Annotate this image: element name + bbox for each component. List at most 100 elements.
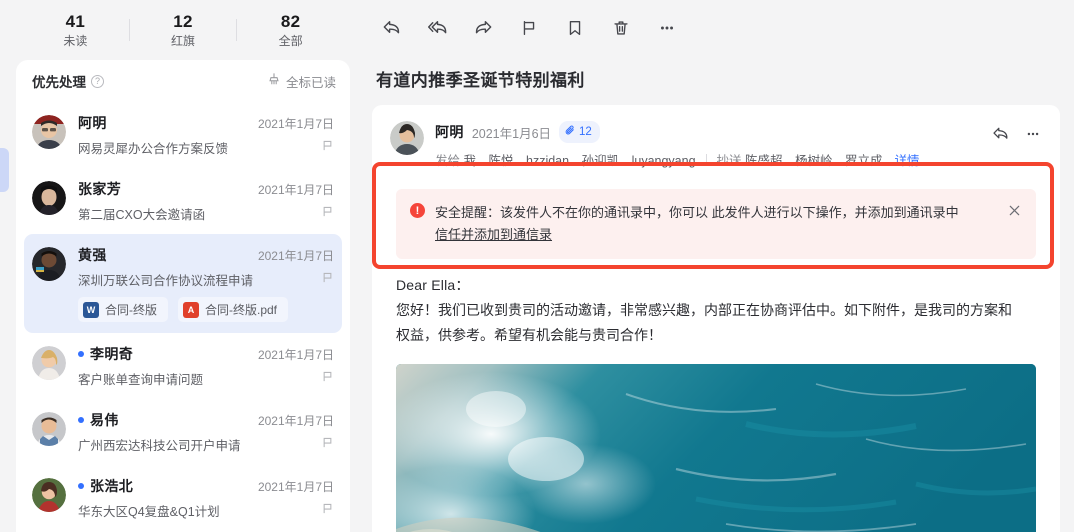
bookmark-icon — [565, 18, 585, 43]
reply-all-icon — [427, 17, 448, 43]
delete-icon — [611, 18, 631, 43]
reply-all-button[interactable] — [416, 9, 458, 51]
list-item-body: 阿明 2021年1月7日 网易灵犀办公合作方案反馈 — [78, 113, 334, 157]
message-more-button[interactable] — [1024, 125, 1042, 143]
flag-icon[interactable] — [321, 370, 334, 388]
list-item-body: 易伟 2021年1月7日 广州西宏达科技公司开户申请 — [78, 410, 334, 454]
list-item-subject: 第二届CXO大会邀请函 — [78, 208, 206, 222]
list-item-subject: 客户账单查询申请问题 — [78, 373, 204, 387]
detail-link[interactable]: 详情 — [895, 150, 920, 169]
list-item[interactable]: 张家芳 2021年1月7日 第二届CXO大会邀请函 — [24, 168, 342, 234]
attachment-chip-pdf[interactable]: A 合同-终版.pdf — [178, 297, 289, 322]
list-item-sender: 李明奇 — [90, 346, 134, 362]
list-item-row-bottom: 广州西宏达科技公司开户申请 — [78, 435, 334, 454]
unread-dot — [78, 417, 84, 423]
message-reply-button[interactable] — [991, 124, 1010, 143]
attachment-count: 12 — [579, 126, 592, 138]
reply-button[interactable] — [370, 9, 412, 51]
stat-all[interactable]: 82 全部 — [237, 11, 344, 50]
mark-all-read-button[interactable]: 全标已读 — [267, 72, 336, 91]
list-item-row-bottom: 网易灵犀办公合作方案反馈 — [78, 138, 334, 157]
flag-icon[interactable] — [321, 271, 334, 289]
more-icon — [657, 18, 677, 43]
flag-icon[interactable] — [321, 502, 334, 520]
list-item-row-top: 黄强 2021年1月7日 — [78, 245, 334, 265]
flag-icon[interactable] — [321, 205, 334, 223]
sender-info: 阿明 2021年1月6日 12 发给 我、陈悦、hzzidan、孙迎凯、luya… — [435, 121, 977, 169]
list-item-row-bottom: 客户账单查询申请问题 — [78, 369, 334, 388]
warning-text: 安全提醒：该发件人不在你的通讯录中，你可以 此发件人进行以下操作，并添加到通讯录… — [435, 205, 959, 220]
stat-unread[interactable]: 41 未读 — [22, 11, 129, 50]
list-item[interactable]: 阿明 2021年1月7日 网易灵犀办公合作方案反馈 — [24, 102, 342, 168]
sender-actions — [991, 121, 1042, 143]
list-item-row-bottom: 深圳万联公司合作协议流程申请 — [78, 270, 334, 289]
forward-button[interactable] — [462, 9, 504, 51]
stat-all-label: 全部 — [278, 33, 303, 48]
mark-all-read-label: 全标已读 — [285, 75, 336, 90]
list-item-body: 张浩北 2021年1月7日 华东大区Q4复盘&Q1计划 — [78, 476, 334, 520]
list-item-date: 2021年1月7日 — [257, 116, 334, 131]
reply-icon — [381, 17, 402, 43]
list-header: 优先处理 ? 全标已读 — [16, 60, 350, 102]
help-icon[interactable]: ? — [91, 74, 104, 88]
avatar — [32, 478, 66, 512]
list-item-row-bottom: 第二届CXO大会邀请函 — [78, 204, 334, 223]
security-warning-banner: ! 安全提醒：该发件人不在你的通讯录中，你可以 此发件人进行以下操作，并添加到通… — [396, 189, 1036, 259]
sender-row: 阿明 2021年1月6日 12 发给 我、陈悦、hzzidan、孙迎凯、luya… — [390, 121, 1042, 169]
flag-icon[interactable] — [321, 436, 334, 454]
ocean-photo-svg — [396, 364, 1036, 532]
cc-recipients: 抄送 陈盛超、杨树岭、罗立成 — [717, 150, 883, 169]
delete-button[interactable] — [600, 9, 642, 51]
list-item-row-top: 易伟 2021年1月7日 — [78, 410, 334, 430]
warning-body: 安全提醒：该发件人不在你的通讯录中，你可以 此发件人进行以下操作，并添加到通讯录… — [435, 202, 1008, 246]
trust-and-add-contact-link[interactable]: 信任并添加到通信录 — [435, 224, 552, 246]
avatar — [32, 247, 66, 281]
list-item-sender: 张家芳 — [78, 181, 122, 197]
unread-dot — [78, 483, 84, 489]
avatar — [32, 115, 66, 149]
attachment-chips: W 合同-终版 A 合同-终版.pdf — [78, 297, 334, 322]
list-item[interactable]: 张浩北 2021年1月7日 华东大区Q4复盘&Q1计划 — [24, 465, 342, 531]
stat-flagged[interactable]: 12 红旗 — [130, 11, 237, 50]
list-item-selected[interactable]: 黄强 2021年1月7日 深圳万联公司合作协议流程申请 W 合同-终版 A 合同… — [24, 234, 342, 333]
flag-icon[interactable] — [321, 139, 334, 157]
attachment-chip-word[interactable]: W 合同-终版 — [78, 297, 168, 322]
list-item-subject: 网易灵犀办公合作方案反馈 — [78, 142, 229, 156]
avatar — [32, 346, 66, 380]
list-item-body: 张家芳 2021年1月7日 第二届CXO大会邀请函 — [78, 179, 334, 223]
sender-line-primary: 阿明 2021年1月6日 12 — [435, 121, 977, 143]
list-item-body: 李明奇 2021年1月7日 客户账单查询申请问题 — [78, 344, 334, 388]
list-item-sender: 易伟 — [90, 412, 119, 428]
flag-button[interactable] — [508, 9, 550, 51]
bookmark-button[interactable] — [554, 9, 596, 51]
mail-app: 41 未读 12 红旗 82 全部 优先处理 ? 全标已读 阿明 2021年1月… — [0, 0, 1074, 532]
attachment-count-badge[interactable]: 12 — [559, 121, 600, 143]
list-item-row-top: 阿明 2021年1月7日 — [78, 113, 334, 133]
more-icon — [1027, 132, 1039, 135]
list-title: 优先处理 — [32, 75, 86, 90]
pdf-file-icon: A — [183, 301, 199, 318]
subject-bar: 有道内推季圣诞节特别福利 — [362, 60, 1060, 105]
list-item-sender: 张浩北 — [90, 478, 134, 494]
attachment-name: 合同-终版 — [105, 303, 157, 317]
body-paragraph: 您好！我们已收到贵司的活动邀请，非常感兴趣，内部正在协商评估中。如下附件，是我司… — [396, 302, 1012, 343]
stats-bar: 41 未读 12 红旗 82 全部 — [16, 0, 350, 60]
more-button[interactable] — [646, 9, 688, 51]
close-icon[interactable] — [1008, 204, 1022, 222]
unread-dot — [78, 351, 84, 357]
avatar — [32, 412, 66, 446]
list-item-date: 2021年1月7日 — [257, 413, 334, 428]
alert-icon: ! — [410, 203, 425, 218]
message-body: Dear Ella： 您好！我们已收到贵司的活动邀请，非常感兴趣，内部正在协商评… — [390, 259, 1042, 348]
stat-unread-count: 41 — [65, 11, 86, 31]
left-edge-tab[interactable] — [0, 148, 9, 192]
list-item[interactable]: 易伟 2021年1月7日 广州西宏达科技公司开户申请 — [24, 399, 342, 465]
list-item-subject: 深圳万联公司合作协议流程申请 — [78, 274, 254, 288]
list-item-row-top: 张家芳 2021年1月7日 — [78, 179, 334, 199]
list-item[interactable]: 李明奇 2021年1月7日 客户账单查询申请问题 — [24, 333, 342, 399]
list-item-row-top: 张浩北 2021年1月7日 — [78, 476, 334, 496]
email-list-card: 优先处理 ? 全标已读 阿明 2021年1月7日 网易灵犀办公合作方案反馈 张家… — [16, 60, 350, 532]
stat-flagged-label: 红旗 — [171, 33, 196, 48]
mail-reader: 有道内推季圣诞节特别福利 阿明 2021年1月6日 12 发给 我、陈悦、hzz… — [362, 0, 1074, 532]
sender-line-recipients: 发给 我、陈悦、hzzidan、孙迎凯、luyangyang 抄送 陈盛超、杨树… — [435, 150, 977, 169]
